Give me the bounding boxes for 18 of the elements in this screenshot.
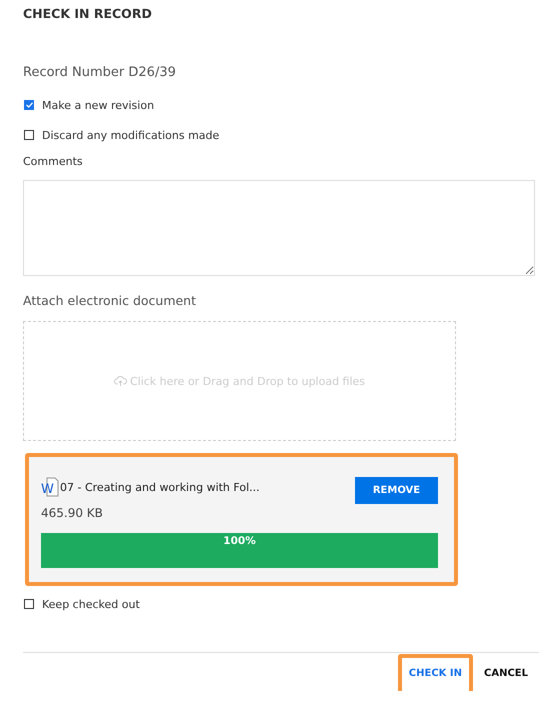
check-in-button[interactable]: CHECK IN	[398, 654, 473, 691]
cancel-button[interactable]: CANCEL	[473, 654, 539, 691]
checkbox-label: Discard any modifications made	[42, 128, 220, 142]
file-name: 07 - Creating and working with Fol...	[60, 480, 260, 494]
checkbox[interactable]	[24, 599, 34, 609]
record-number: Record Number D26/39	[23, 65, 177, 80]
checkbox[interactable]	[24, 100, 34, 110]
comments-field[interactable]	[23, 180, 535, 276]
file-size: 465.90 KB	[41, 506, 104, 520]
checkbox-label: Make a new revision	[42, 98, 154, 112]
cloud-upload-icon	[114, 376, 127, 386]
section-label: Attach electronic document	[23, 293, 198, 308]
checkbox-label: Keep checked out	[42, 598, 140, 610]
checkbox[interactable]	[24, 130, 34, 140]
dialog-title: CHECK IN RECORD	[23, 6, 153, 21]
field-label: Comments	[23, 155, 84, 168]
remove-button[interactable]: REMOVE	[355, 477, 438, 504]
progress-text: 100%	[223, 535, 256, 547]
